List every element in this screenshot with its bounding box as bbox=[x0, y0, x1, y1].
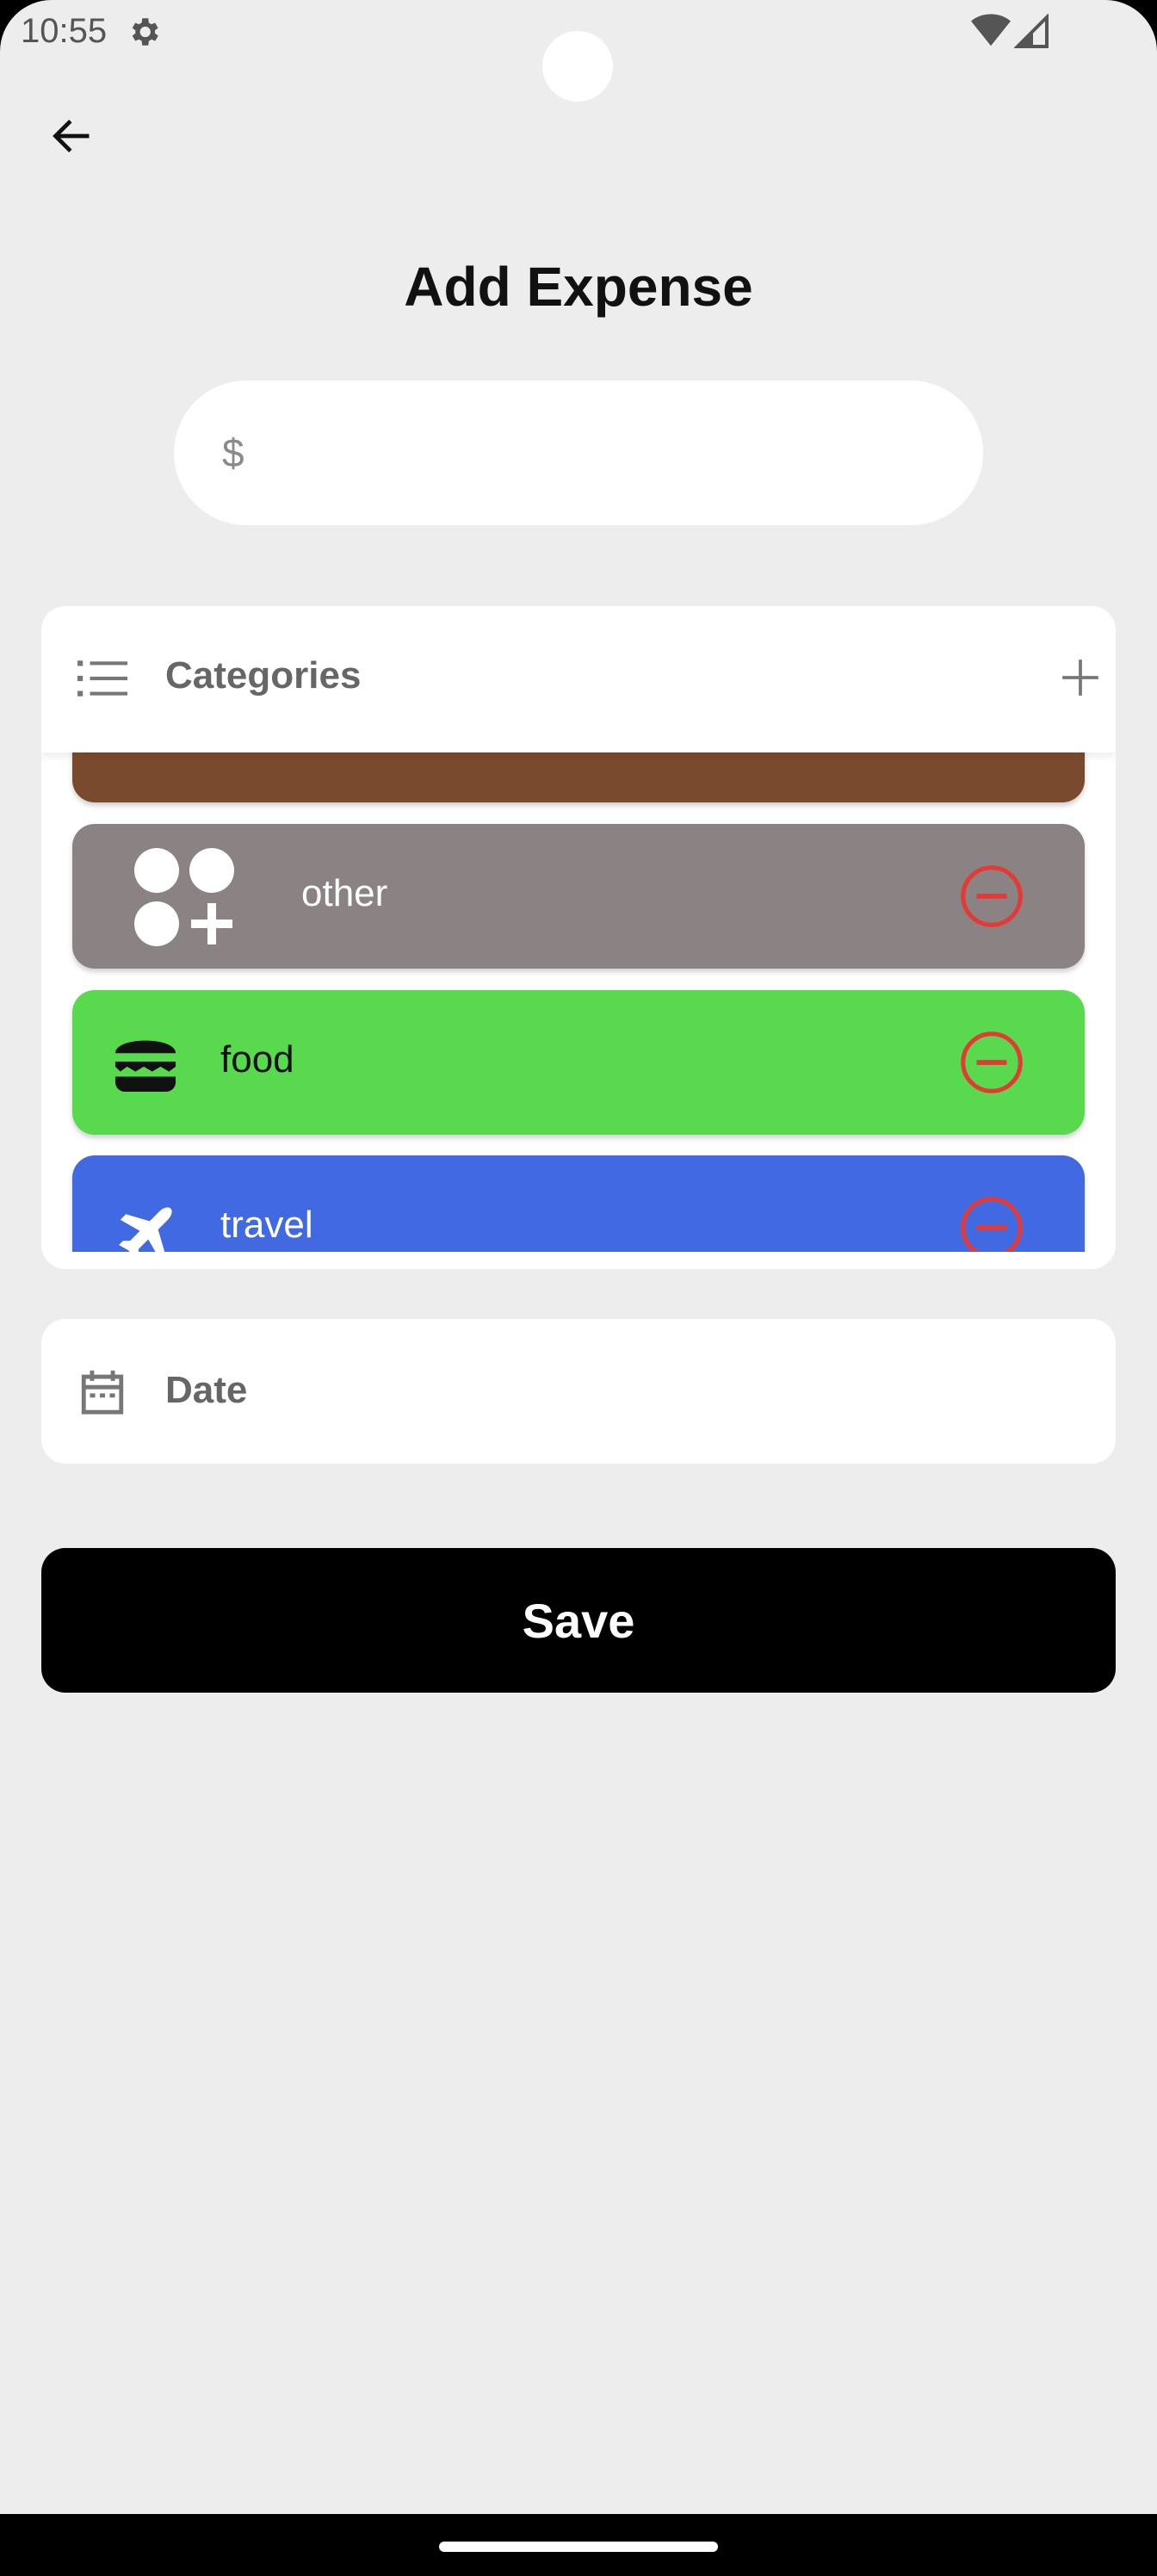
home-handle[interactable] bbox=[439, 2542, 718, 2552]
wifi-icon bbox=[971, 14, 1011, 46]
status-time: 10:55 bbox=[21, 12, 108, 50]
page-title: Add Expense bbox=[404, 256, 753, 318]
categories-label: Categories bbox=[165, 654, 362, 697]
camera-cutout bbox=[542, 31, 613, 102]
save-button[interactable]: Save bbox=[41, 1548, 1116, 1693]
back-button[interactable] bbox=[41, 105, 103, 167]
category-label-other: other bbox=[301, 872, 388, 914]
category-item-food[interactable]: food bbox=[72, 990, 1085, 1135]
burger-icon bbox=[114, 1040, 176, 1093]
categories-card: Categories other food travel bbox=[41, 606, 1116, 1269]
category-item-other[interactable]: other bbox=[72, 824, 1085, 969]
date-label: Date bbox=[165, 1369, 248, 1411]
category-item-travel[interactable]: travel bbox=[72, 1155, 1085, 1252]
category-item-partial[interactable] bbox=[72, 752, 1085, 802]
app-screen: 10:55 Add Expense $ Categories other foo… bbox=[0, 0, 1157, 2576]
categories-header[interactable]: Categories bbox=[41, 606, 1116, 752]
category-list[interactable]: other food travel bbox=[41, 752, 1116, 1252]
arrow-left-icon bbox=[53, 119, 90, 153]
minus-circle-icon[interactable] bbox=[959, 1195, 1024, 1252]
amount-field[interactable]: $ bbox=[174, 381, 983, 525]
category-label-food: food bbox=[220, 1038, 294, 1081]
signal-icon bbox=[1014, 14, 1049, 48]
currency-prefix: $ bbox=[222, 430, 244, 475]
calendar-icon bbox=[81, 1370, 124, 1415]
list-icon bbox=[77, 660, 127, 697]
category-label-travel: travel bbox=[220, 1204, 313, 1246]
date-field[interactable]: Date bbox=[41, 1319, 1116, 1464]
airplane-icon bbox=[119, 1207, 172, 1252]
add-category-button[interactable] bbox=[1049, 646, 1112, 709]
minus-circle-icon[interactable] bbox=[959, 1030, 1024, 1095]
amount-input[interactable] bbox=[257, 430, 913, 476]
plus-icon bbox=[1062, 659, 1098, 696]
apps-add-icon bbox=[134, 848, 234, 946]
minus-circle-icon[interactable] bbox=[959, 864, 1024, 929]
gear-icon bbox=[132, 18, 158, 46]
